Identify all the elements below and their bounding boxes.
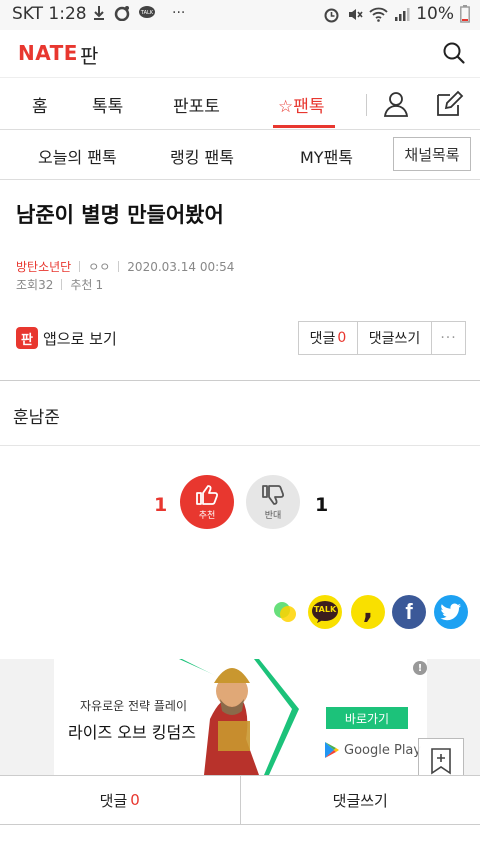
sub-nav: 오늘의 팬톡 랭킹 팬톡 MY팬톡 채널목록 <box>0 130 480 180</box>
tab-home[interactable]: 홈 <box>32 92 48 117</box>
main-nav: 홈 톡톡 판포토 ☆팬톡 <box>0 78 480 130</box>
share-twitter-button[interactable] <box>434 595 468 629</box>
pann-app-icon: 판 <box>16 327 38 349</box>
post-datetime: 2020.03.14 00:54 <box>127 259 235 274</box>
nav-divider <box>366 94 367 116</box>
ad-banner[interactable]: 자유로운 전략 플레이 라이즈 오브 킹덤즈 바로가기 Google Play <box>54 659 427 775</box>
share-kakaotalk-button[interactable]: TALK <box>308 595 342 629</box>
comments-label: 댓글 <box>309 331 336 347</box>
comments-button[interactable]: 댓글 0 <box>299 322 358 354</box>
pann-logo[interactable]: 판 <box>80 40 98 69</box>
tab-ranking-pantok[interactable]: 랭킹 팬톡 <box>170 144 234 168</box>
tab-today-pantok[interactable]: 오늘의 팬톡 <box>38 144 117 168</box>
share-band-button[interactable] <box>268 595 302 629</box>
write-comment-button[interactable]: 댓글쓰기 <box>358 322 432 354</box>
content-divider <box>0 445 480 446</box>
mute-icon <box>349 8 363 20</box>
comments-count: 0 <box>337 330 347 346</box>
my-account-button[interactable] <box>382 90 410 118</box>
open-in-app-link[interactable]: 판 앱으로 보기 <box>16 327 117 349</box>
app-notification-icon <box>114 6 130 21</box>
post-stats: 조회 32 추천 1 <box>16 276 103 293</box>
post-body: 훈남준 <box>13 408 60 428</box>
kakaotalk-notification-icon: TALK <box>139 6 155 18</box>
thumbs-up-icon <box>196 484 219 505</box>
pencil-icon <box>437 90 464 116</box>
bottom-comments-button[interactable]: 댓글 0 <box>0 776 240 824</box>
download-icon <box>94 6 104 20</box>
google-play-icon <box>325 742 339 758</box>
share-kakaostory-button[interactable]: , <box>351 595 385 629</box>
app-header: NATE 판 <box>0 30 480 78</box>
search-icon <box>443 42 465 64</box>
facebook-icon: f <box>405 599 413 624</box>
ad-cta-button[interactable]: 바로가기 <box>326 707 408 729</box>
meta-divider <box>118 261 120 272</box>
user-icon <box>383 92 409 117</box>
share-facebook-button[interactable]: f <box>392 595 426 629</box>
post-title: 남준이 별명 만들어봤어 <box>16 203 224 227</box>
svg-text:TALK: TALK <box>140 10 154 16</box>
twitter-icon <box>440 603 461 621</box>
battery-icon <box>460 5 470 23</box>
nate-logo[interactable]: NATE <box>18 41 78 65</box>
wifi-icon <box>369 7 388 22</box>
status-bar: SKT 1:28 TALK ··· 10% <box>0 0 480 30</box>
open-in-app-label: 앱으로 보기 <box>43 329 117 348</box>
ad-subtitle: 자유로운 전략 플레이 <box>80 699 187 713</box>
bottom-action-bar: 댓글 0 댓글쓰기 <box>0 775 480 825</box>
recommend-count: 1 <box>95 277 104 292</box>
band-icon <box>274 602 296 622</box>
downvote-button[interactable]: 반대 <box>246 475 300 529</box>
ad-store-label: Google Play <box>344 742 422 758</box>
active-tab-indicator <box>273 125 335 128</box>
search-button[interactable] <box>440 39 468 67</box>
more-button[interactable]: ··· <box>432 322 465 354</box>
star-icon: ☆ <box>278 97 294 117</box>
battery-percent: 10% <box>416 4 454 24</box>
recommend-label: 추천 <box>70 278 93 292</box>
kakaostory-icon: , <box>362 592 374 625</box>
meta-divider <box>79 261 81 272</box>
tab-toktok[interactable]: 톡톡 <box>92 92 123 117</box>
alarm-icon <box>324 8 339 22</box>
bottom-comments-count: 0 <box>130 791 140 809</box>
tab-pantok[interactable]: ☆팬톡 <box>278 92 325 117</box>
channel-list-button[interactable]: 채널목록 <box>393 137 471 171</box>
bottom-write-comment-button[interactable]: 댓글쓰기 <box>239 776 480 824</box>
thumbs-down-icon <box>262 484 285 505</box>
signal-icon <box>395 8 410 21</box>
post-meta: 방탄소년단 ㅇㅇ 2020.03.14 00:54 <box>16 258 234 275</box>
upvote-count: 1 <box>154 494 168 516</box>
post-channel[interactable]: 방탄소년단 <box>16 258 71 275</box>
upvote-button[interactable]: 추천 <box>180 475 234 529</box>
tab-my-pantok[interactable]: MY팬톡 <box>300 144 353 168</box>
ad-store-badge: Google Play <box>324 741 421 759</box>
status-time: SKT 1:28 <box>12 4 87 24</box>
tab-pantok-label: 팬톡 <box>293 97 325 117</box>
write-post-button[interactable] <box>434 89 464 119</box>
ad-title: 라이즈 오브 킹덤즈 <box>68 723 196 742</box>
views-count: 32 <box>38 277 54 292</box>
ad-info-icon[interactable]: ! <box>413 661 427 675</box>
post-action-group: 댓글 0 댓글쓰기 ··· <box>298 321 466 355</box>
meta-divider <box>61 279 63 290</box>
tab-panpoto[interactable]: 판포토 <box>173 92 220 117</box>
bottom-comments-label: 댓글 <box>99 791 128 810</box>
views-label: 조회 <box>16 278 39 292</box>
more-notifications-icon: ··· <box>172 5 186 21</box>
content-divider <box>0 380 480 381</box>
post-author: ㅇㅇ <box>88 260 111 274</box>
bookmark-add-icon <box>431 748 451 775</box>
downvote-count: 1 <box>315 494 329 516</box>
kakaotalk-text: TALK <box>313 605 337 614</box>
upvote-label: 추천 <box>198 510 216 521</box>
downvote-label: 반대 <box>264 510 282 521</box>
